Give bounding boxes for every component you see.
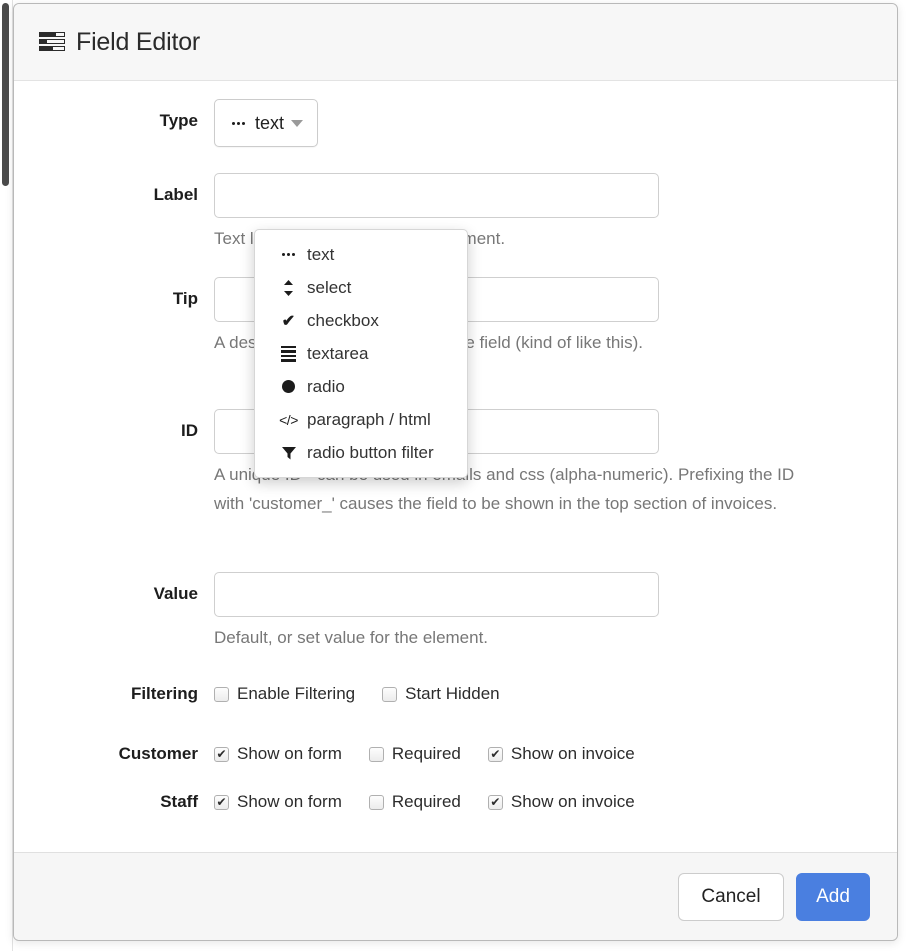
checkbox-start-hidden[interactable]: Start Hidden [382,684,500,704]
check-icon: ✔ [281,312,296,330]
checkbox-staff-show-on-invoice[interactable]: Show on invoice [487,792,635,812]
checkbox-label: Show on form [237,744,342,763]
checkbox-box[interactable] [487,746,503,762]
dropdown-item-label: select [307,277,352,297]
modal-footer: Cancel Add [14,852,897,940]
vertical-scrollbar-thumb[interactable] [2,3,9,186]
field-row-staff: Staff Show on form Required Show on invo… [14,792,854,812]
checkbox-staff-required[interactable]: Required [368,792,461,812]
label-type: Type [159,111,198,130]
checkbox-label: Show on invoice [510,744,635,763]
code-brackets-icon: </> [279,411,298,428]
checkbox-enable-filtering[interactable]: Enable Filtering [214,684,355,704]
label-tip: Tip [172,289,198,308]
add-button[interactable]: Add [796,872,870,921]
checkbox-staff-show-on-form[interactable]: Show on form [214,792,342,812]
label-value: Value [153,584,198,603]
label-input[interactable] [214,173,659,218]
checkbox-box[interactable] [382,686,398,702]
type-selected-value: text [254,112,284,133]
cancel-button[interactable]: Cancel [678,872,784,921]
dropdown-item-text[interactable]: text [255,238,467,271]
up-down-arrows-icon [279,279,298,296]
label-customer: Customer [118,744,198,763]
type-dropdown-menu[interactable]: text select ✔ checkbox textarea radio </… [254,229,468,478]
checkbox-box[interactable] [368,794,384,810]
dropdown-item-label: text [307,244,335,264]
value-input[interactable] [214,572,659,617]
modal-body: Type text Label Text label associa [14,81,897,852]
checkbox-customer-show-on-form[interactable]: Show on form [214,744,342,764]
dropdown-item-label: paragraph / html [307,409,431,429]
field-row-filtering: Filtering Enable Filtering Start Hidden [14,684,854,704]
field-editor-modal: Field Editor Type text Label Text elemen… [13,3,898,941]
dropdown-item-radio[interactable]: radio [255,370,467,403]
field-row-type: Type text [14,99,854,147]
checkbox-box[interactable] [214,686,229,702]
checkbox-label: Show on form [237,792,342,811]
page-title: Field Editor [76,27,201,56]
dots-icon [279,253,298,256]
checkbox-label: Show on invoice [510,792,635,811]
dropdown-item-label: checkbox [307,310,379,330]
checkbox-customer-required[interactable]: Required [368,744,461,764]
checkbox-customer-show-on-invoice[interactable]: Show on invoice [487,744,635,764]
type-select-button[interactable]: text [214,99,318,147]
page-root: Field Editor Type text Label Text elemen… [0,0,915,951]
field-row-value: Value Default, or set value for the elem… [14,572,854,652]
form-list-icon [39,32,65,52]
label-staff: Staff [160,792,198,811]
dropdown-item-checkbox[interactable]: ✔ checkbox [255,304,467,337]
label-filtering: Filtering [130,684,198,703]
chevron-down-icon [291,119,303,127]
checkbox-box[interactable] [214,794,229,810]
checkbox-box[interactable] [214,746,229,762]
field-row-customer: Customer Show on form Required Show on i… [14,744,854,764]
dropdown-item-label: radio [307,376,345,396]
value-help-text: Default, or set value for the element. [214,628,489,647]
label-label: Label [153,185,198,204]
checkbox-box[interactable] [487,794,503,810]
checkbox-label: Enable Filtering [237,684,356,703]
dropdown-item-textarea[interactable]: textarea [255,337,467,370]
dropdown-item-label: radio button filter [307,442,434,462]
dropdown-item-label: textarea [307,343,369,363]
modal-header: Field Editor [14,4,897,81]
lines-icon [279,345,298,362]
funnel-filter-icon [279,446,298,460]
dots-icon [229,121,248,125]
label-id: ID [181,421,198,440]
checkbox-label: Required [391,792,461,811]
dropdown-item-radio-button-filter[interactable]: radio button filter [255,436,467,469]
checkbox-label: Required [391,744,461,763]
dropdown-item-select[interactable]: select [255,271,467,304]
filled-circle-icon [279,380,298,393]
checkbox-label: Start Hidden [405,684,500,703]
checkbox-box[interactable] [368,746,384,762]
dropdown-item-paragraph-html[interactable]: </> paragraph / html [255,403,467,436]
page-left-gutter [0,0,13,951]
